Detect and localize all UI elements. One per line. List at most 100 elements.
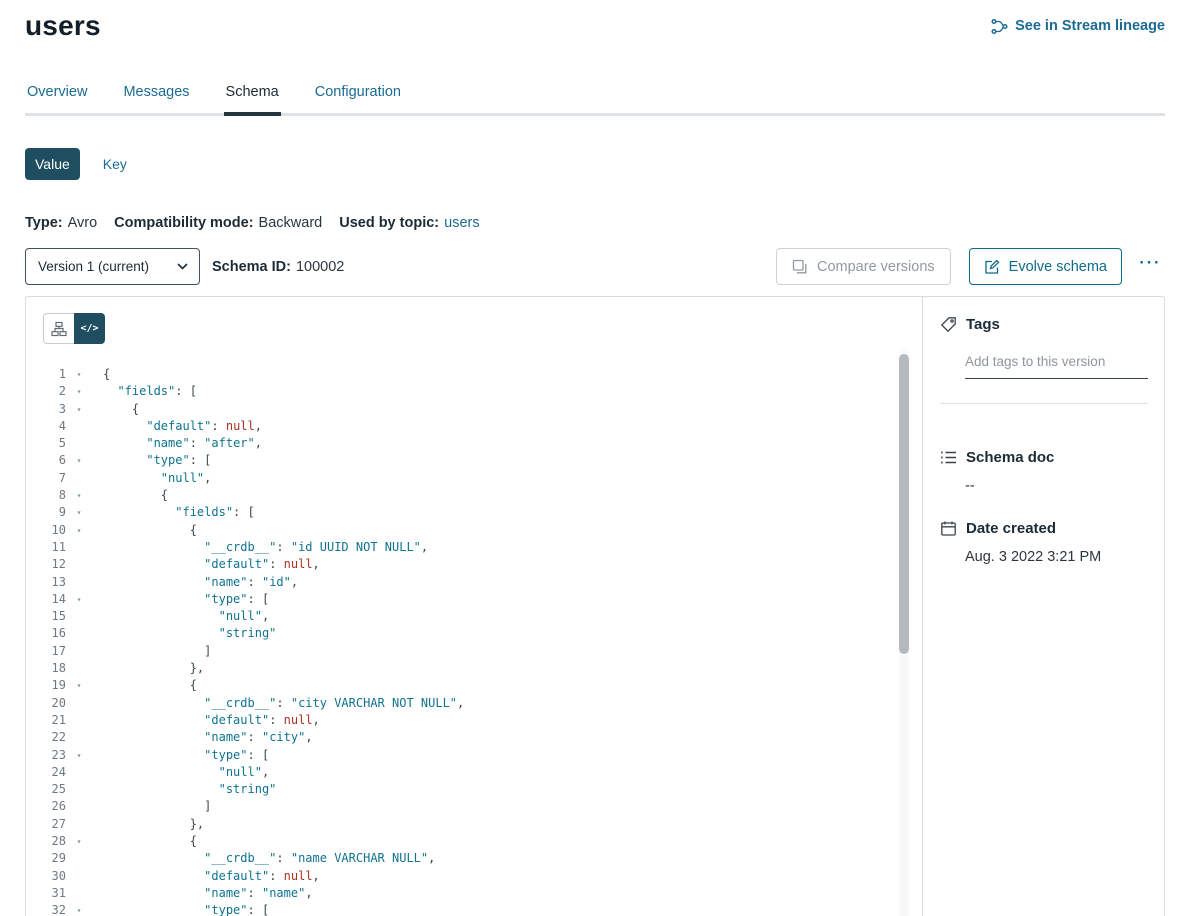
fold-toggle-icon[interactable]: ▾ [71,747,87,764]
schema-id-label: Schema ID: [212,259,291,275]
code-text: "null", [87,470,211,487]
fold-spacer [71,868,87,885]
code-text: "type": [ [87,591,269,608]
more-options-button[interactable]: ⋯ [1134,251,1165,283]
tags-input[interactable] [965,354,1148,379]
type-label: Type: [25,215,63,231]
key-toggle-button[interactable]: Key [103,156,127,172]
line-number: 12 [26,556,66,573]
stream-lineage-label: See in Stream lineage [1015,18,1165,34]
version-select[interactable]: Version 1 (current) [25,248,200,285]
code-text: ] [87,798,211,815]
code-text: "string" [87,625,276,642]
fold-spacer [71,608,87,625]
fold-spacer [71,798,87,815]
code-text: }, [87,816,204,833]
fold-toggle-icon[interactable]: ▾ [71,401,87,418]
line-number: 24 [26,764,66,781]
schema-content: </> 1▾{2▾ "fields": [3▾ {4 "default": nu… [25,296,1165,916]
code-line: 6▾ "type": [ [26,452,922,469]
line-number: 2 [26,383,66,400]
key-value-toggle: Value Key [25,148,1165,180]
date-created-section: Date created Aug. 3 2022 3:21 PM [940,520,1148,565]
tags-title: Tags [966,316,1000,333]
code-text: "null", [87,764,269,781]
code-line: 23▾ "type": [ [26,747,922,764]
compare-versions-icon [792,259,808,275]
fold-toggle-icon[interactable]: ▾ [71,902,87,916]
date-created-title: Date created [966,520,1056,537]
code-view-button[interactable]: </> [74,313,105,344]
fold-toggle-icon[interactable]: ▾ [71,383,87,400]
editor-scrollbar[interactable] [899,349,909,916]
compare-versions-button[interactable]: Compare versions [776,248,951,285]
line-number: 31 [26,885,66,902]
line-number: 9 [26,504,66,521]
tree-view-icon [51,321,67,337]
line-number: 16 [26,625,66,642]
code-line: 22 "name": "city", [26,729,922,746]
code-text: "default": null, [87,418,262,435]
code-line: 30 "default": null, [26,868,922,885]
fold-toggle-icon[interactable]: ▾ [71,366,87,383]
evolve-schema-button[interactable]: Evolve schema [969,248,1122,285]
code-text: "type": [ [87,452,211,469]
code-line: 15 "null", [26,608,922,625]
fold-spacer [71,435,87,452]
fold-spacer [71,539,87,556]
fold-spacer [71,816,87,833]
line-number: 3 [26,401,66,418]
fold-toggle-icon[interactable]: ▾ [71,487,87,504]
type-meta: Type:Avro [25,215,97,231]
code-line: 18 }, [26,660,922,677]
evolve-schema-icon [984,259,1000,275]
tab-configuration[interactable]: Configuration [313,84,403,113]
schema-doc-value: -- [965,478,1148,494]
line-number: 17 [26,643,66,660]
code-line: 29 "__crdb__": "name VARCHAR NULL", [26,850,922,867]
code-text: ] [87,643,211,660]
code-line: 14▾ "type": [ [26,591,922,608]
line-number: 11 [26,539,66,556]
code-line: 9 ▾ "fields": [ [26,504,922,521]
code-text: { [87,487,168,504]
tab-overview[interactable]: Overview [25,84,89,113]
schema-doc-section: Schema doc -- [940,449,1148,494]
fold-spacer [71,781,87,798]
schema-doc-title: Schema doc [966,449,1054,466]
fold-toggle-icon[interactable]: ▾ [71,452,87,469]
tab-bar: Overview Messages Schema Configuration [25,84,1165,116]
tab-messages[interactable]: Messages [121,84,191,113]
tree-view-button[interactable] [43,313,74,344]
line-number: 19 [26,677,66,694]
fold-toggle-icon[interactable]: ▾ [71,677,87,694]
fold-toggle-icon[interactable]: ▾ [71,504,87,521]
line-number: 23 [26,747,66,764]
stream-lineage-link[interactable]: See in Stream lineage [991,18,1165,35]
fold-toggle-icon[interactable]: ▾ [71,591,87,608]
schema-doc-icon [940,449,957,466]
fold-spacer [71,574,87,591]
code-line: 20 "__crdb__": "city VARCHAR NOT NULL", [26,695,922,712]
fold-spacer [71,695,87,712]
compatibility-meta: Compatibility mode:Backward [114,215,322,231]
tab-schema[interactable]: Schema [224,84,281,113]
fold-spacer [71,470,87,487]
code-text: { [87,401,139,418]
fold-toggle-icon[interactable]: ▾ [71,833,87,850]
value-toggle-button[interactable]: Value [25,148,80,180]
fold-spacer [71,556,87,573]
line-number: 26 [26,798,66,815]
code-text: { [87,677,197,694]
tags-heading: Tags [940,316,1148,333]
code-text: "fields": [ [87,504,255,521]
code-text: { [87,366,110,383]
code-line: 17 ] [26,643,922,660]
scrollbar-thumb[interactable] [899,354,909,654]
schema-id-value: 100002 [296,259,344,275]
fold-toggle-icon[interactable]: ▾ [71,522,87,539]
code-line: 24 "null", [26,764,922,781]
fold-spacer [71,643,87,660]
topic-link[interactable]: users [444,215,479,231]
code-text: { [87,833,197,850]
